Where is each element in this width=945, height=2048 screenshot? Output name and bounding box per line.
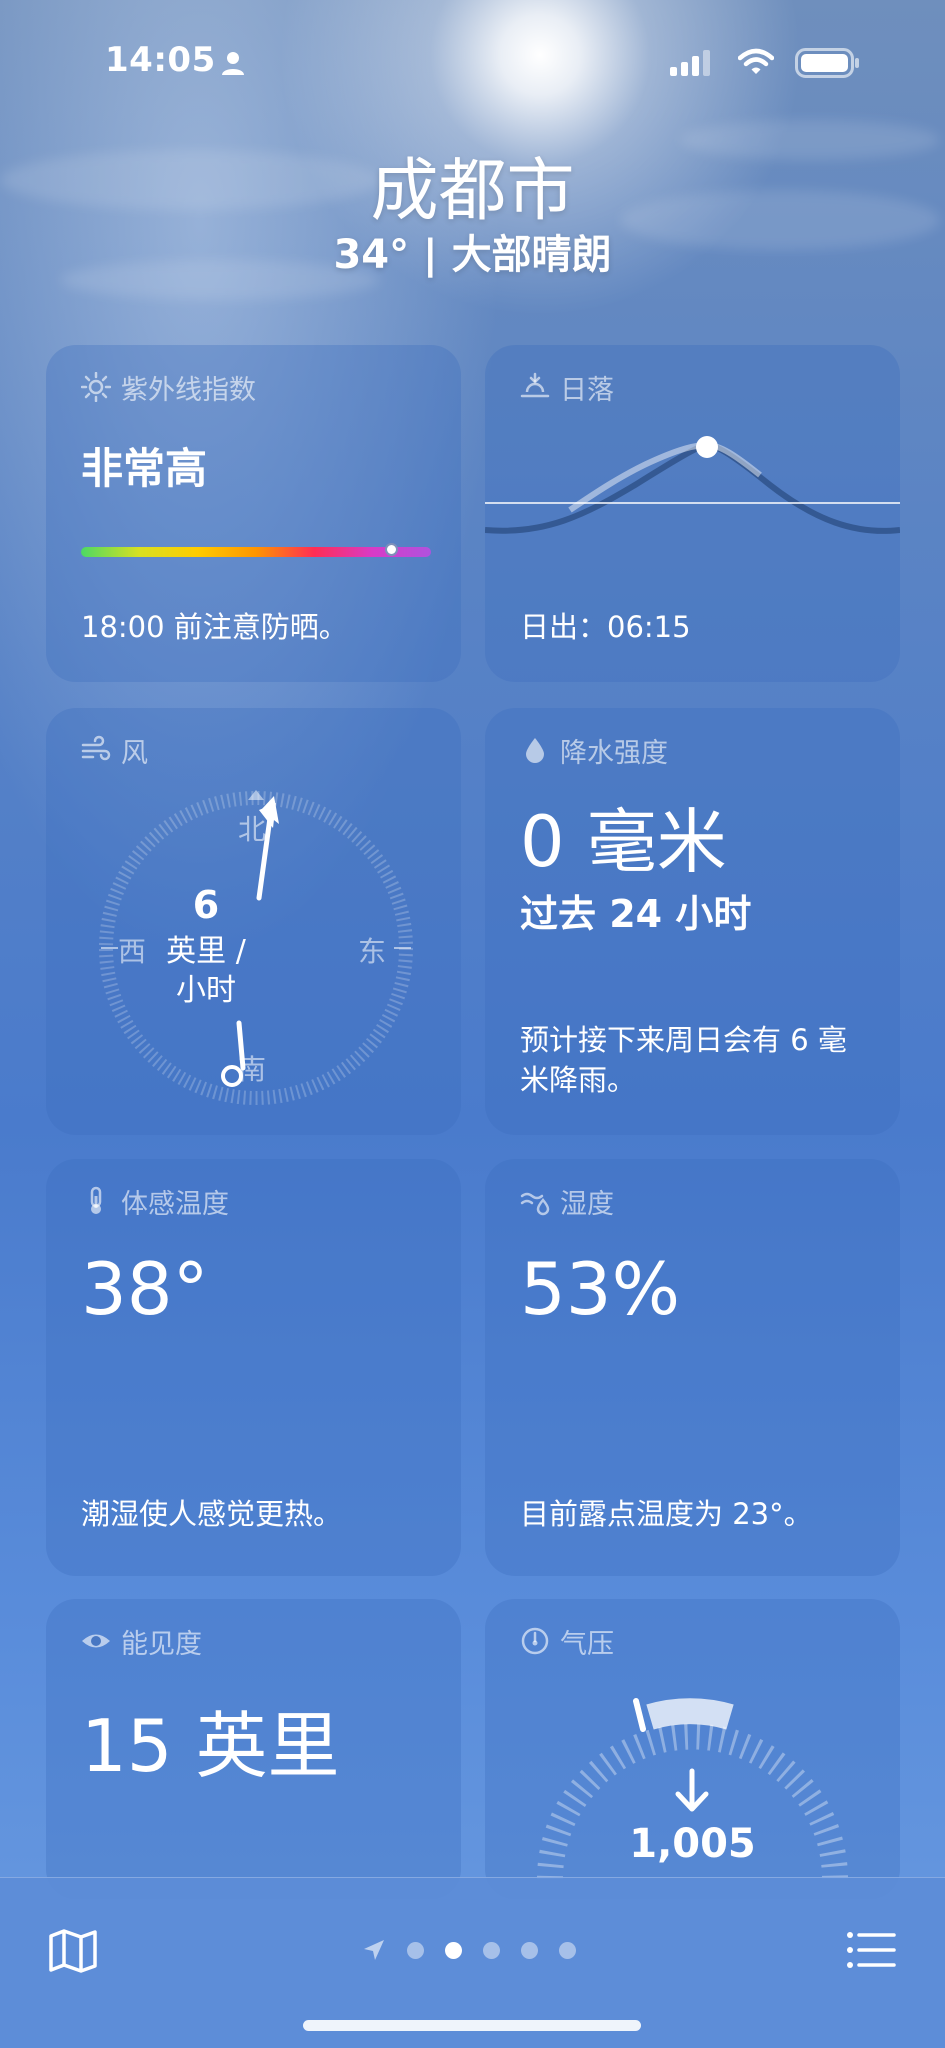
bottom-toolbar (0, 1877, 945, 2048)
card-header: 风 (81, 733, 148, 769)
thermometer-icon (90, 1186, 102, 1214)
wind-unit-line2: 小时 (176, 973, 236, 1008)
page-dot[interactable] (483, 1941, 500, 1959)
card-title: 降水强度 (560, 737, 668, 769)
humidity-icon (520, 1192, 550, 1216)
page-dot[interactable] (559, 1941, 576, 1959)
page-indicator[interactable] (362, 1938, 576, 1962)
sunrise-note: 日出：06:15 (520, 610, 691, 644)
card-header: 能见度 (81, 1624, 202, 1660)
feels-like-value: 38° (81, 1247, 209, 1331)
wind-unit-line1: 英里 / (166, 934, 246, 969)
signal-icon (670, 50, 710, 76)
feels-like-card[interactable]: 体感温度 38° 潮湿使人感觉更热。 (46, 1159, 461, 1576)
home-indicator[interactable] (303, 2020, 641, 2031)
page-dot-active[interactable] (445, 1941, 462, 1959)
map-icon[interactable] (48, 1928, 98, 1974)
humidity-value: 53% (520, 1247, 681, 1331)
wind-speed: 6 (192, 883, 220, 927)
card-title: 能见度 (121, 1628, 202, 1660)
precip-period: 过去 24 小时 (520, 892, 752, 936)
compass-south: 南 (238, 1053, 267, 1086)
uv-scale-marker (385, 543, 398, 556)
wind-card[interactable]: 风 北 南 西 东 6 英里 / 小时 (46, 708, 461, 1135)
card-title: 风 (121, 737, 148, 769)
card-title: 体感温度 (121, 1188, 229, 1220)
card-header: 降水强度 (520, 733, 668, 769)
wind-icon (81, 735, 111, 761)
battery-icon (795, 48, 859, 78)
humidity-note: 目前露点温度为 23°。 (520, 1497, 813, 1531)
card-title: 湿度 (560, 1188, 614, 1220)
status-bar: 14:05 (0, 40, 945, 90)
pressure-card[interactable]: 气压 1,005 (485, 1599, 900, 1899)
page-dot[interactable] (407, 1941, 424, 1959)
precip-forecast: 预计接下来周日会有 6 毫米降雨。 (520, 1023, 847, 1097)
location-arrow-icon[interactable] (362, 1938, 386, 1962)
visibility-value: 15 英里 (81, 1704, 340, 1788)
uv-note: 18:00 前注意防晒。 (81, 610, 348, 644)
city-name: 成都市 (370, 152, 575, 231)
person-icon (222, 52, 244, 75)
feels-like-note: 潮湿使人感觉更热。 (81, 1497, 343, 1531)
uv-scale-bar (81, 547, 431, 557)
current-summary: 34° | 大部晴朗 (333, 232, 612, 278)
humidity-card[interactable]: 湿度 53% 目前露点温度为 23°。 (485, 1159, 900, 1576)
compass-north: 北 (238, 813, 267, 846)
precipitation-card[interactable]: 降水强度 0 毫米 过去 24 小时 预计接下来周日会有 6 毫米降雨。 (485, 708, 900, 1135)
card-title: 日落 (560, 374, 614, 406)
card-header: 湿度 (520, 1184, 614, 1220)
uv-index-card[interactable]: 紫外线指数 非常高 18:00 前注意防晒。 (46, 345, 461, 682)
card-header: 体感温度 (81, 1184, 229, 1220)
uv-level: 非常高 (81, 444, 208, 493)
raindrop-icon (526, 738, 544, 763)
precip-amount: 0 毫米 (520, 801, 727, 883)
card-title: 气压 (560, 1628, 614, 1660)
card-title: 紫外线指数 (121, 374, 256, 406)
page-dot[interactable] (521, 1941, 538, 1959)
card-header: 紫外线指数 (81, 370, 256, 406)
sunset-card[interactable]: 日落 日出：06:15 (485, 345, 900, 682)
eye-icon (82, 1634, 110, 1648)
list-icon[interactable] (846, 1930, 896, 1970)
visibility-card[interactable]: 能见度 15 英里 (46, 1599, 461, 1899)
sun-icon (81, 372, 111, 402)
sunset-icon (520, 372, 550, 398)
sun-path-chart (485, 436, 900, 534)
wifi-icon (738, 48, 774, 74)
status-time: 14:05 (105, 40, 216, 80)
card-header: 日落 (520, 370, 614, 406)
pressure-value: 1,005 (629, 1821, 756, 1867)
gauge-icon (521, 1627, 549, 1655)
card-header: 气压 (520, 1624, 614, 1660)
